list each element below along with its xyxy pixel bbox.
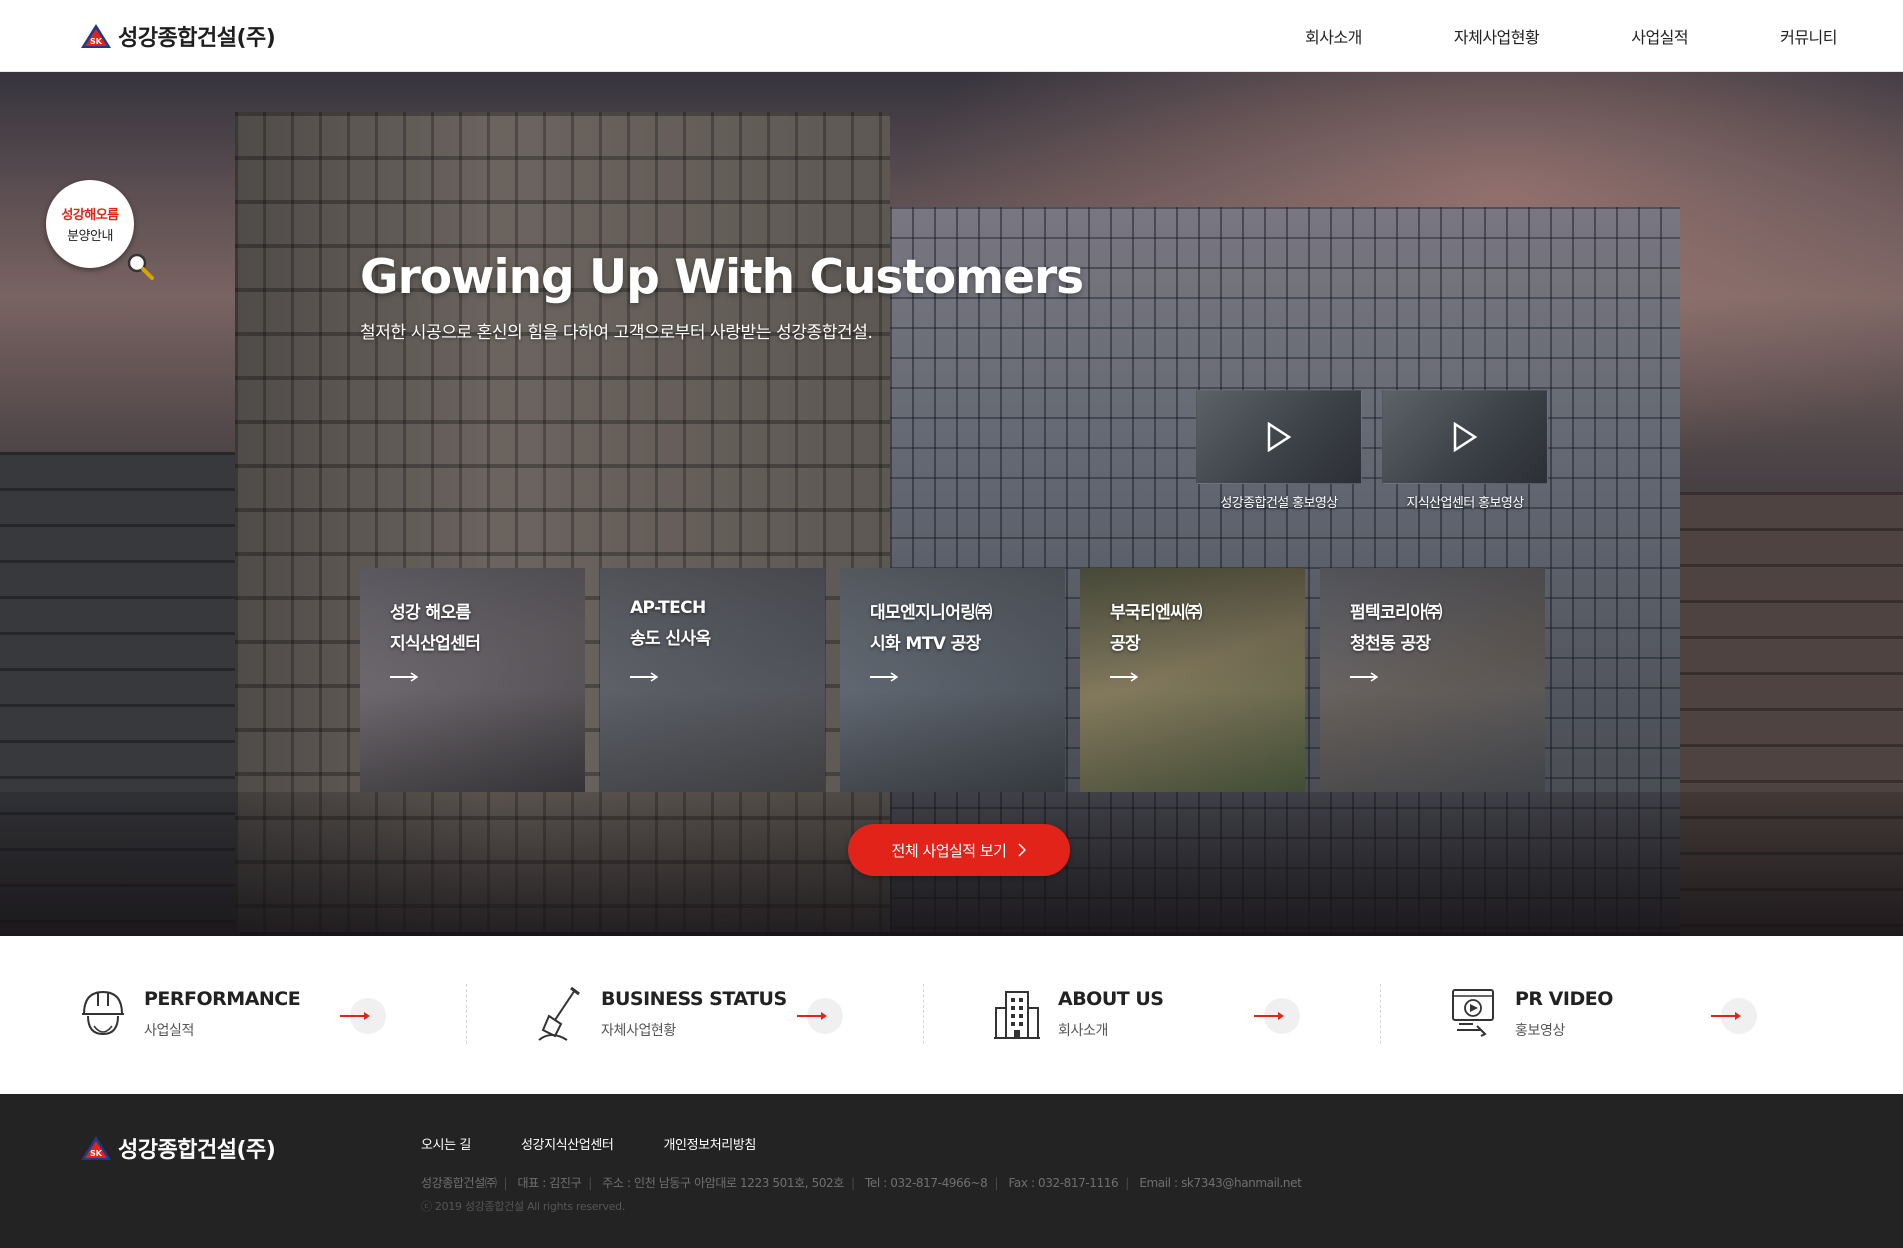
footer-link-directions[interactable]: 오시는 길	[421, 1134, 471, 1153]
nav-item-business-status[interactable]: 자체사업현황	[1454, 24, 1540, 48]
chevron-right-icon	[1018, 843, 1027, 857]
arrow-right-icon	[390, 672, 418, 682]
quick-link-pr-video[interactable]: PR VIDEO 홍보영상	[1451, 984, 1811, 1048]
video-company-pr[interactable]: 성강종합건설 홍보영상	[1196, 390, 1362, 511]
video-icon	[1452, 989, 1494, 1037]
footer-company-name: 성강종합건설㈜	[421, 1176, 497, 1190]
quick-link-sub: 홍보영상	[1515, 1023, 1565, 1039]
arrow-right-icon	[1350, 672, 1378, 682]
svg-text:SK: SK	[90, 1149, 103, 1158]
project-desc: 송도 신사옥	[630, 629, 711, 649]
footer-link-privacy[interactable]: 개인정보처리방침	[663, 1134, 756, 1153]
project-card[interactable]: 부국티엔씨㈜ 공장	[1080, 568, 1305, 792]
logo-mark-icon: SK	[81, 24, 111, 48]
project-card[interactable]: 펌텍코리아㈜ 청천동 공장	[1320, 568, 1545, 792]
arrow-right-icon	[630, 672, 658, 682]
project-card[interactable]: 대모엔지니어링㈜ 시화 MTV 공장	[840, 568, 1065, 792]
site-header: SK 성강종합건설(주) 회사소개 자체사업현황 사업실적 커뮤니티	[0, 0, 1903, 72]
project-desc: 공장	[1110, 634, 1141, 654]
project-cards: 성강 해오름 지식산업센터 AP-TECH 송도 신사옥 대모엔지니어링㈜ 시화…	[360, 568, 1545, 792]
quick-link-business-status[interactable]: BUSINESS STATUS 자체사업현황	[537, 984, 897, 1048]
quick-link-title: PR VIDEO	[1515, 988, 1613, 1010]
project-desc: 지식산업센터	[390, 634, 481, 654]
hero-overlay	[0, 72, 1903, 936]
svg-text:SK: SK	[90, 37, 103, 46]
project-name: 펌텍코리아㈜	[1350, 603, 1442, 623]
divider	[923, 984, 924, 1044]
nav-item-performance[interactable]: 사업실적	[1631, 24, 1688, 48]
building-icon	[994, 991, 1040, 1039]
project-desc: 시화 MTV 공장	[870, 634, 981, 654]
nav-item-company[interactable]: 회사소개	[1305, 24, 1362, 48]
quick-link-title: PERFORMANCE	[144, 988, 301, 1010]
project-name: 대모엔지니어링㈜	[870, 603, 992, 623]
play-icon	[1267, 422, 1292, 452]
footer-logo-text: 성강종합건설(주)	[118, 1138, 276, 1163]
logo-text: 성강종합건설(주)	[118, 26, 276, 51]
video-thumbnail	[1196, 390, 1362, 484]
quick-link-about-us[interactable]: ABOUT US 회사소개	[994, 984, 1354, 1048]
hardhat-icon	[82, 990, 124, 1036]
project-card[interactable]: 성강 해오름 지식산업센터	[360, 568, 585, 792]
project-card[interactable]: AP-TECH 송도 신사옥	[600, 568, 825, 792]
project-name: 부국티엔씨㈜	[1110, 603, 1202, 623]
footer-copyright: ⓒ 2019 성강종합건설 All rights reserved.	[421, 1200, 626, 1213]
hero-section: 성강해오름 분양안내 Growing Up With Customers 철저한…	[0, 72, 1903, 936]
divider	[466, 984, 467, 1044]
site-footer: SK 성강종합건설(주) 오시는 길 성강지식산업센터 개인정보처리방침 성강종…	[0, 1094, 1903, 1248]
video-thumbnail	[1382, 390, 1548, 484]
quick-links: PERFORMANCE 사업실적 BUSINESS STATUS 자체사업현황 …	[0, 936, 1903, 1094]
badge-line1: 성강해오름	[61, 208, 119, 223]
magnifier-icon	[127, 253, 154, 280]
view-all-label: 전체 사업실적 보기	[891, 841, 1007, 860]
badge-line2: 분양안내	[67, 229, 113, 244]
arrow-right-icon	[797, 998, 843, 1034]
video-knowledge-center-pr[interactable]: 지식산업센터 홍보영상	[1382, 390, 1548, 511]
shovel-icon	[538, 986, 580, 1041]
quick-link-sub: 회사소개	[1058, 1023, 1108, 1039]
footer-address: 주소 : 인천 남동구 아암대로 1223 501호, 502호	[602, 1176, 844, 1190]
divider	[1380, 984, 1381, 1044]
footer-tel: Tel : 032-817-4966~8	[865, 1176, 988, 1190]
main-nav: 회사소개 자체사업현황 사업실적 커뮤니티	[1213, 0, 1837, 72]
logo-mark-icon: SK	[81, 1136, 111, 1160]
project-desc: 청천동 공장	[1350, 634, 1431, 654]
footer-ceo: 대표 : 김진구	[517, 1176, 582, 1190]
arrow-right-icon	[1711, 998, 1757, 1034]
project-name: 성강 해오름	[390, 603, 471, 623]
play-icon	[1453, 422, 1478, 452]
quick-link-title: BUSINESS STATUS	[601, 988, 787, 1010]
video-caption: 지식산업센터 홍보영상	[1406, 496, 1524, 511]
nav-item-community[interactable]: 커뮤니티	[1780, 24, 1837, 48]
hero-subtitle: 철저한 시공으로 혼신의 힘을 다하여 고객으로부터 사랑받는 성강종합건설.	[360, 323, 873, 343]
arrow-right-icon	[340, 998, 386, 1034]
hero-title: Growing Up With Customers	[360, 250, 1084, 305]
quick-link-sub: 사업실적	[144, 1023, 194, 1039]
project-name: AP-TECH	[630, 598, 706, 618]
footer-logo[interactable]: SK 성강종합건설(주)	[80, 1132, 276, 1164]
logo[interactable]: SK 성강종합건설(주)	[80, 20, 276, 52]
view-all-projects-button[interactable]: 전체 사업실적 보기	[848, 824, 1070, 876]
video-caption: 성강종합건설 홍보영상	[1220, 496, 1338, 511]
footer-link-knowledge-center[interactable]: 성강지식산업센터	[521, 1134, 614, 1153]
arrow-right-icon	[1110, 672, 1138, 682]
quick-link-title: ABOUT US	[1058, 988, 1164, 1010]
footer-fax: Fax : 032-817-1116	[1008, 1176, 1119, 1190]
quick-link-sub: 자체사업현황	[601, 1023, 676, 1039]
sales-info-badge[interactable]: 성강해오름 분양안내	[46, 180, 154, 280]
footer-links: 오시는 길 성강지식산업센터 개인정보처리방침	[421, 1134, 756, 1153]
footer-email: Email : sk7343@hanmail.net	[1139, 1176, 1302, 1190]
footer-company-info: 성강종합건설㈜ | 대표 : 김진구 | 주소 : 인천 남동구 아암대로 1223…	[421, 1176, 1302, 1190]
quick-link-performance[interactable]: PERFORMANCE 사업실적	[80, 984, 440, 1048]
arrow-right-icon	[870, 672, 898, 682]
arrow-right-icon	[1254, 998, 1300, 1034]
